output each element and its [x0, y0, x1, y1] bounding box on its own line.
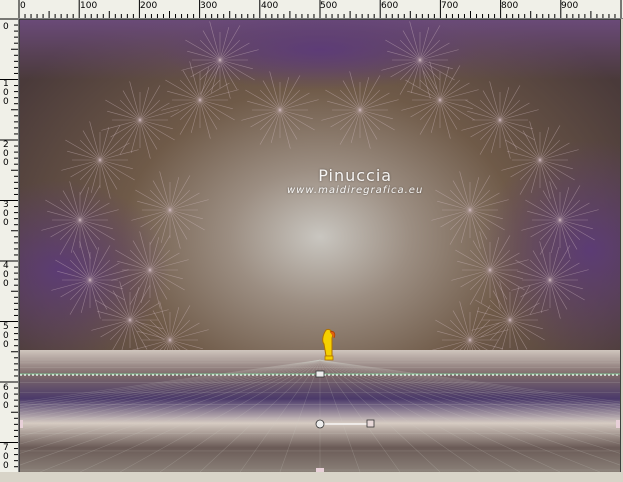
ruler-left-label: 400 [3, 261, 9, 289]
ruler-top-label: 0 [20, 1, 26, 11]
ruler-left-label: 700 [3, 443, 9, 471]
pivot-point-handle[interactable] [315, 419, 325, 429]
ruler-top-label: 200 [140, 1, 158, 11]
ruler-top-label: 100 [80, 1, 98, 11]
ruler-left-label: 600 [3, 383, 9, 411]
watermark: Pinuccia www.maidiregrafica.eu [287, 166, 423, 196]
status-bar [0, 472, 623, 482]
right-center-handle[interactable] [616, 420, 620, 428]
canvas-artwork [20, 20, 620, 472]
ruler-left-label: 0 [3, 22, 9, 32]
ruler-top-label: 900 [561, 1, 579, 11]
watermark-url: www.maidiregrafica.eu [287, 185, 424, 196]
ruler-left-label: 500 [3, 322, 9, 350]
rotation-handle[interactable] [366, 419, 375, 428]
ruler-top-label: 800 [501, 1, 519, 11]
left-center-handle[interactable] [20, 420, 23, 428]
top-center-handle[interactable] [315, 370, 325, 378]
image-canvas[interactable]: Pinuccia www.maidiregrafica.eu [19, 19, 621, 473]
ruler-left-label: 300 [3, 200, 9, 228]
ruler-top-label: 600 [381, 1, 399, 11]
watermark-title: Pinuccia [318, 166, 393, 185]
ruler-top-label: 300 [200, 1, 218, 11]
ruler-top-label: 500 [320, 1, 338, 11]
ruler-left-label: 200 [3, 140, 9, 168]
vertical-ruler[interactable]: 0 100 200 300 400 500 600 700 [0, 18, 19, 482]
ruler-left-label: 100 [3, 79, 9, 107]
ruler-top-label: 400 [261, 1, 279, 11]
horizontal-ruler[interactable]: 0 100 200 300 400 500 600 700 800 900 [0, 0, 623, 19]
ruler-top-label: 700 [441, 1, 459, 11]
